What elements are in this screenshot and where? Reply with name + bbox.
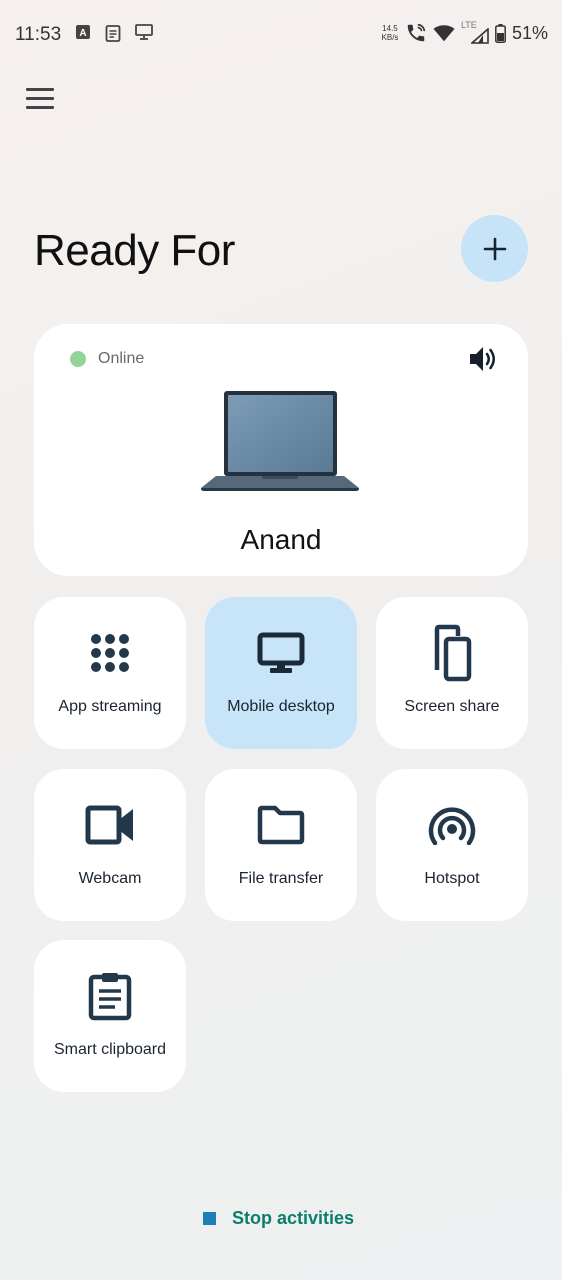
page-title: Ready For <box>34 226 235 275</box>
net-speed: 14.5 KB/s <box>381 24 399 42</box>
battery-icon <box>495 23 506 43</box>
tile-label: Webcam <box>78 870 142 887</box>
tile-label: Hotspot <box>424 870 480 887</box>
laptop-icon <box>201 391 359 491</box>
lte-signal: LTE <box>461 20 489 44</box>
volume-icon <box>470 347 495 371</box>
folder-icon <box>205 797 357 853</box>
tile-label: Mobile desktop <box>227 698 335 715</box>
status-time: 11:53 <box>15 24 62 45</box>
online-status-dot <box>70 351 86 367</box>
hotspot-icon <box>376 797 528 853</box>
phones-icon <box>376 624 528 682</box>
tile-label: Smart clipboard <box>53 1041 167 1058</box>
stop-activities-button[interactable]: Stop activities <box>203 1208 354 1229</box>
grid-dots-icon <box>34 625 186 681</box>
clipboard-notification-icon <box>105 25 121 42</box>
tile-label: File transfer <box>238 870 324 887</box>
menu-icon[interactable] <box>26 88 54 110</box>
stop-activities-label: Stop activities <box>232 1208 355 1228</box>
desktop-notification-icon <box>135 24 153 40</box>
volume-button[interactable] <box>468 345 498 373</box>
tile-webcam[interactable]: Webcam <box>34 769 186 921</box>
stop-icon <box>203 1212 216 1225</box>
tile-smart-clipboard[interactable]: Smart clipboard <box>34 940 186 1092</box>
wifi-calling-icon <box>407 23 426 42</box>
device-status: Online <box>98 350 145 367</box>
status-bar: 11:53 A 14.5 KB/s LTE 51% <box>0 0 562 70</box>
app-notification-icon: A <box>76 25 90 39</box>
tile-label: App streaming <box>58 698 162 715</box>
clipboard-icon <box>34 968 186 1024</box>
tile-label: Screen share <box>404 698 500 715</box>
tile-app-streaming[interactable]: App streaming <box>34 597 186 749</box>
add-device-button[interactable] <box>461 215 528 282</box>
video-camera-icon <box>34 797 186 853</box>
device-name: Anand <box>240 524 322 555</box>
tile-screen-share[interactable]: Screen share <box>376 597 528 749</box>
svg-text:A: A <box>79 28 86 39</box>
tile-hotspot[interactable]: Hotspot <box>376 769 528 921</box>
monitor-icon <box>205 625 357 681</box>
tile-file-transfer[interactable]: File transfer <box>205 769 357 921</box>
battery-percent: 51% <box>511 22 548 43</box>
wifi-icon <box>433 25 455 42</box>
tile-mobile-desktop[interactable]: Mobile desktop <box>205 597 357 749</box>
signal-icon <box>470 28 489 44</box>
plus-icon <box>483 237 506 260</box>
device-card[interactable]: Online Anand <box>34 324 528 576</box>
